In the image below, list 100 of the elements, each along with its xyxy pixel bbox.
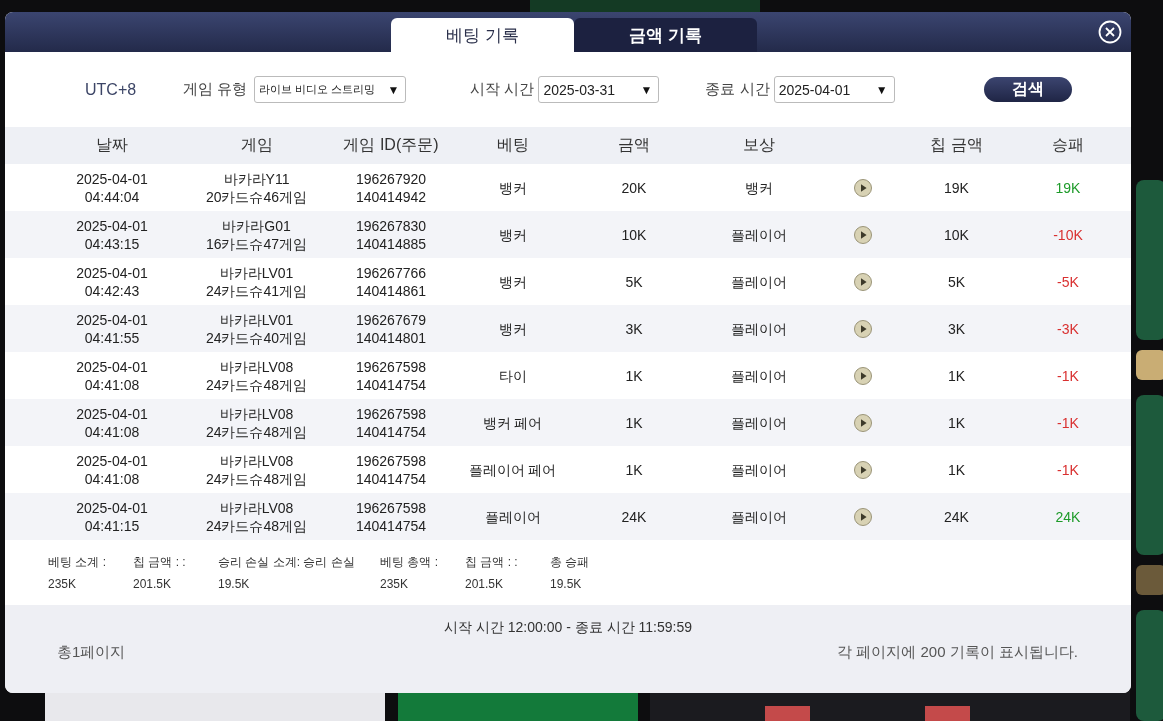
table-cell: 5K: [625, 272, 643, 291]
table-cell: 1K: [947, 413, 966, 432]
play-icon[interactable]: [853, 413, 872, 432]
table-cell: 플레이어: [730, 460, 787, 479]
play-icon[interactable]: [853, 319, 872, 338]
table-cell: 19K: [1055, 178, 1081, 197]
summary-value: 19.5K: [218, 577, 251, 591]
table-cell: 바카라LV08 24카드슈48게임: [205, 357, 308, 394]
table-cell: 2025-04-01 04:43:15: [76, 216, 148, 253]
table-cell: 196267598 140414754: [355, 357, 427, 394]
table-cell: 1K: [947, 366, 966, 385]
chip-tile: [1136, 565, 1163, 595]
close-icon[interactable]: [1098, 20, 1122, 44]
start-date-dropdown[interactable]: 2025-03-31 ▼: [538, 76, 660, 103]
table-cell: 뱅커 페어: [482, 413, 543, 432]
table-cell: -5K: [1057, 272, 1079, 291]
table-cell: 10K: [621, 225, 647, 244]
column-header: 금액: [617, 135, 651, 155]
tab[interactable]: 베팅 기록: [391, 18, 574, 52]
summary-label: 베팅 소계 :: [48, 554, 107, 571]
column-header: 칩 금액: [929, 135, 984, 155]
table-cell: -1K: [1057, 413, 1079, 432]
table-cell: 뱅커: [498, 225, 527, 244]
play-icon[interactable]: [853, 460, 872, 479]
table-cell: 플레이어 페어: [468, 460, 557, 479]
table-cell: 플레이어: [730, 413, 787, 432]
table-cell: 2025-04-01 04:41:55: [76, 310, 148, 347]
page-count-text: 총1페이지: [57, 643, 126, 662]
table-cell: 2025-04-01 04:41:08: [76, 451, 148, 488]
table-cell: 바카라LV08 24카드슈48게임: [205, 451, 308, 488]
table-cell: 1K: [625, 460, 643, 479]
table-cell: 플레이어: [730, 319, 787, 338]
table-cell: 타이: [498, 366, 527, 385]
chip-tile: [1136, 350, 1163, 380]
table-cell: 뱅커: [498, 319, 527, 338]
table-cell: 1K: [947, 460, 966, 479]
table-cell: 바카라LV01 24카드슈41게임: [205, 263, 308, 300]
table-cell: 1K: [625, 366, 643, 385]
timezone-label: UTC+8: [85, 80, 137, 99]
play-icon[interactable]: [853, 366, 872, 385]
table-cell: 바카라G01 16카드슈47게임: [205, 216, 308, 253]
table-cell: 2025-04-01 04:41:08: [76, 357, 148, 394]
column-header: 승패: [1051, 135, 1085, 155]
table-cell: 뱅커: [498, 178, 527, 197]
table-cell: 20K: [621, 178, 647, 197]
play-icon[interactable]: [853, 507, 872, 526]
time-range-text: 시작 시간 12:00:00 - 종료 시간 11:59:59: [444, 619, 692, 637]
table-cell: 24K: [944, 507, 969, 526]
table-cell: 19K: [944, 178, 969, 197]
summary-value: 235K: [380, 577, 410, 591]
table-cell: 196267598 140414754: [355, 404, 427, 441]
search-button[interactable]: 검색: [983, 77, 1072, 102]
end-date-dropdown[interactable]: 2025-04-01 ▼: [773, 76, 895, 103]
table-cell: 플레이어: [730, 366, 787, 385]
table-cell: 플레이어: [730, 507, 787, 526]
table-cell: 196267766 140414861: [355, 263, 427, 300]
table-cell: 196267679 140414801: [355, 310, 427, 347]
summary-label: 칩 금액 : :: [133, 554, 187, 571]
table-cell: 5K: [947, 272, 966, 291]
table-cell: 10K: [944, 225, 969, 244]
table-cell: 플레이어: [730, 225, 787, 244]
summary-label: 베팅 총액 :: [380, 554, 439, 571]
column-header: 베팅: [495, 135, 530, 155]
summary-value: 19.5K: [550, 577, 583, 591]
table-cell: 3K: [625, 319, 643, 338]
game-type-dropdown[interactable]: 라이브 비디오 스트리밍 ▼: [254, 76, 407, 103]
column-header: 게임 ID(주문): [342, 135, 440, 155]
table-cell: 바카라LV01 24카드슈40게임: [205, 310, 308, 347]
table-cell: 2025-04-01 04:42:43: [76, 263, 148, 300]
table-cell: 2025-04-01 04:44:04: [76, 169, 148, 206]
table-cell: 플레이어: [730, 272, 787, 291]
column-header: 보상: [741, 135, 776, 155]
summary-label: 칩 금액 : :: [465, 554, 519, 571]
per-page-text: 각 페이지에 200 기록이 표시됩니다.: [837, 643, 1078, 662]
table-cell: 196267598 140414754: [355, 498, 427, 535]
table-cell: 2025-04-01 04:41:15: [76, 498, 148, 535]
play-icon[interactable]: [853, 272, 872, 291]
table-cell: 3K: [947, 319, 966, 338]
table-cell: 플레이어: [484, 507, 541, 526]
summary-value: 201.5K: [133, 577, 173, 591]
table-cell: 바카라Y11 20카드슈46게임: [205, 169, 308, 206]
table-cell: -10K: [1053, 225, 1083, 244]
table-cell: 바카라LV08 24카드슈48게임: [205, 404, 308, 441]
table-cell: 196267920 140414942: [355, 169, 427, 206]
table-cell: -1K: [1057, 460, 1079, 479]
end-time-label: 종료 시간: [705, 80, 770, 99]
table-cell: 뱅커: [498, 272, 527, 291]
table-cell: 2025-04-01 04:41:08: [76, 404, 148, 441]
table-cell: 196267598 140414754: [355, 451, 427, 488]
table-cell: 24K: [1055, 507, 1081, 526]
table-cell: 1K: [625, 413, 643, 432]
play-icon[interactable]: [853, 178, 872, 197]
tab[interactable]: 금액 기록: [574, 18, 757, 52]
column-header: 날짜: [95, 135, 129, 155]
summary-value: 235K: [48, 577, 78, 591]
table-cell: 196267830 140414885: [355, 216, 427, 253]
table-cell: 뱅커: [744, 178, 773, 197]
start-time-label: 시작 시간: [470, 80, 535, 99]
play-icon[interactable]: [853, 225, 872, 244]
summary-label: 총 승패: [550, 554, 591, 571]
